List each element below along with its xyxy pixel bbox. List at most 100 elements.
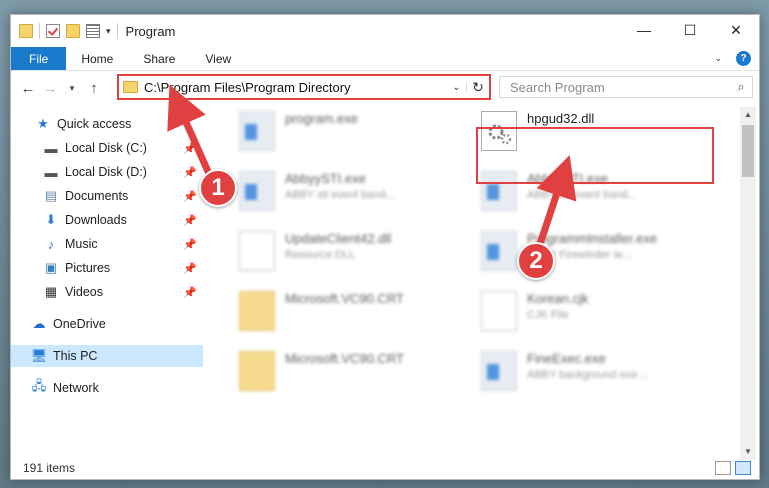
search-icon[interactable]: ⌕ — [730, 79, 752, 95]
new-folder-icon[interactable] — [66, 24, 80, 38]
folder-icon — [239, 351, 275, 391]
documents-icon: ▤ — [44, 188, 58, 203]
file-highlight-box — [476, 127, 714, 184]
pin-icon[interactable]: 📌 — [183, 238, 197, 251]
file-item[interactable]: Microsoft.VC90.CRT — [239, 287, 489, 339]
step-1-badge: 1 — [199, 169, 237, 207]
pin-icon[interactable]: 📌 — [183, 166, 197, 179]
file-description: ABBY sti event band... — [285, 189, 395, 201]
properties-check-icon[interactable] — [46, 24, 60, 38]
program-icon — [481, 351, 517, 391]
sidebar-item-label: Local Disk (C:) — [65, 141, 147, 155]
cloud-icon: ☁ — [32, 316, 46, 331]
scroll-up-arrow-icon[interactable]: ▲ — [740, 107, 756, 123]
toolbar-divider — [39, 23, 40, 39]
status-bar: 191 items — [11, 457, 759, 479]
file-name: program.exe — [285, 111, 358, 126]
file-item[interactable]: Microsoft.VC90.CRT — [239, 347, 489, 399]
recent-locations-chevron-icon[interactable]: ▾ — [61, 83, 83, 94]
sidebar-item-label: Pictures — [65, 261, 111, 275]
program-icon — [239, 111, 275, 151]
ribbon-tabs: File Home Share View ⌄ ? — [11, 47, 759, 71]
drive-icon: ▬ — [44, 164, 58, 180]
sidebar-item-label: Videos — [65, 285, 103, 299]
file-item[interactable]: program.exe — [239, 107, 489, 159]
refresh-icon[interactable]: ↻ — [467, 79, 489, 96]
folder-icon — [19, 24, 33, 38]
back-arrow-icon[interactable]: ← — [17, 80, 39, 97]
pin-icon[interactable]: 📌 — [183, 262, 197, 275]
pictures-icon: ▣ — [44, 260, 58, 275]
pin-icon[interactable]: 📌 — [183, 142, 197, 155]
tab-file[interactable]: File — [11, 47, 67, 70]
videos-icon: ▦ — [44, 284, 58, 299]
scrollbar-thumb[interactable] — [742, 125, 754, 177]
help-icon[interactable]: ? — [736, 51, 751, 66]
file-description: ABBY background exe... — [527, 369, 647, 381]
up-arrow-icon[interactable]: ↑ — [83, 80, 105, 97]
forward-arrow-icon[interactable]: → — [39, 80, 61, 97]
expand-ribbon-chevron-icon[interactable]: ⌄ — [714, 53, 722, 64]
sidebar-item-label: Quick access — [57, 117, 132, 131]
pin-icon[interactable]: 📌 — [183, 286, 197, 299]
sidebar-item-network[interactable]: 🖧 Network — [11, 377, 203, 399]
sidebar-item-onedrive[interactable]: ☁ OneDrive — [11, 313, 203, 335]
folder-icon — [239, 291, 275, 331]
step-2-badge: 2 — [517, 242, 555, 280]
drive-icon: ▬ — [44, 140, 58, 156]
file-name: Korean.cjk — [527, 291, 589, 306]
file-item[interactable]: UpdateClient42.dll Resource DLL — [239, 227, 489, 279]
sidebar-item-downloads[interactable]: ⬇ Downloads 📌 — [11, 209, 203, 231]
sidebar-item-label: Local Disk (D:) — [65, 165, 147, 179]
pin-icon[interactable]: 📌 — [183, 214, 197, 227]
computer-icon: 🖥 — [30, 348, 48, 363]
toolbar-divider — [116, 23, 118, 39]
search-box[interactable]: Search Program ⌕ — [499, 76, 753, 98]
file-name: ProgrammInstaller.exe — [527, 231, 658, 246]
details-view-icon[interactable] — [715, 461, 731, 475]
title-bar: ▾ Program — ☐ ✕ — [11, 15, 759, 47]
sidebar-item-label: OneDrive — [53, 317, 106, 331]
sidebar-item-music[interactable]: ♪ Music 📌 — [11, 233, 203, 255]
file-name: UpdateClient42.dll — [285, 231, 392, 246]
network-icon: 🖧 — [31, 378, 47, 393]
tab-share[interactable]: Share — [128, 47, 190, 70]
file-name: Microsoft.VC90.CRT — [285, 351, 404, 366]
window-title: Program — [125, 23, 176, 39]
file-description: Resource DLL — [285, 249, 356, 261]
address-path[interactable]: C:\Program Files\Program Directory — [144, 80, 447, 95]
program-icon — [239, 171, 275, 211]
file-name: AbbyySTI.exe — [285, 171, 366, 186]
search-input[interactable]: Search Program — [500, 80, 730, 95]
file-item[interactable]: AbbyySTI.exe ABBY sti event band... — [239, 167, 489, 219]
file-item[interactable]: FineExec.exe ABBY background exe... — [481, 347, 731, 399]
document-icon — [481, 291, 517, 331]
quick-access-toolbar: ▾ — [11, 23, 118, 39]
tiles-view-icon[interactable] — [735, 461, 751, 475]
sidebar-item-videos[interactable]: ▦ Videos 📌 — [11, 281, 203, 303]
vertical-scrollbar[interactable]: ▲ ▼ — [740, 107, 756, 460]
navigation-pane: ★ Quick access ▬ Local Disk (C:) 📌 ▬ Loc… — [11, 107, 203, 452]
sidebar-item-this-pc[interactable]: 🖥 This PC — [11, 345, 203, 367]
sidebar-item-documents[interactable]: ▤ Documents 📌 — [11, 185, 203, 207]
dll-gear-icon — [239, 231, 275, 271]
sidebar-item-quick-access[interactable]: ★ Quick access — [11, 113, 203, 135]
pin-icon[interactable]: 📌 — [183, 190, 197, 203]
tab-home[interactable]: Home — [66, 47, 128, 70]
sidebar-item-local-disk-c[interactable]: ▬ Local Disk (C:) 📌 — [11, 137, 203, 159]
sidebar-item-pictures[interactable]: ▣ Pictures 📌 — [11, 257, 203, 279]
sidebar-item-local-disk-d[interactable]: ▬ Local Disk (D:) 📌 — [11, 161, 203, 183]
address-dropdown-chevron-icon[interactable]: ⌄ — [447, 81, 467, 93]
address-bar[interactable]: C:\Program Files\Program Directory ⌄ ↻ — [117, 74, 491, 100]
sidebar-item-label: Network — [53, 381, 99, 395]
customize-toolbar-chevron-icon[interactable]: ▾ — [106, 26, 111, 37]
maximize-button[interactable]: ☐ — [667, 15, 713, 45]
sidebar-item-label: Music — [65, 237, 98, 251]
minimize-button[interactable]: — — [621, 15, 667, 45]
sidebar-item-label: This PC — [53, 349, 98, 363]
download-icon: ⬇ — [45, 212, 57, 227]
tab-view[interactable]: View — [190, 47, 246, 70]
file-item[interactable]: Korean.cjk CJK File — [481, 287, 731, 339]
properties-icon[interactable] — [86, 24, 100, 38]
close-button[interactable]: ✕ — [713, 15, 759, 45]
